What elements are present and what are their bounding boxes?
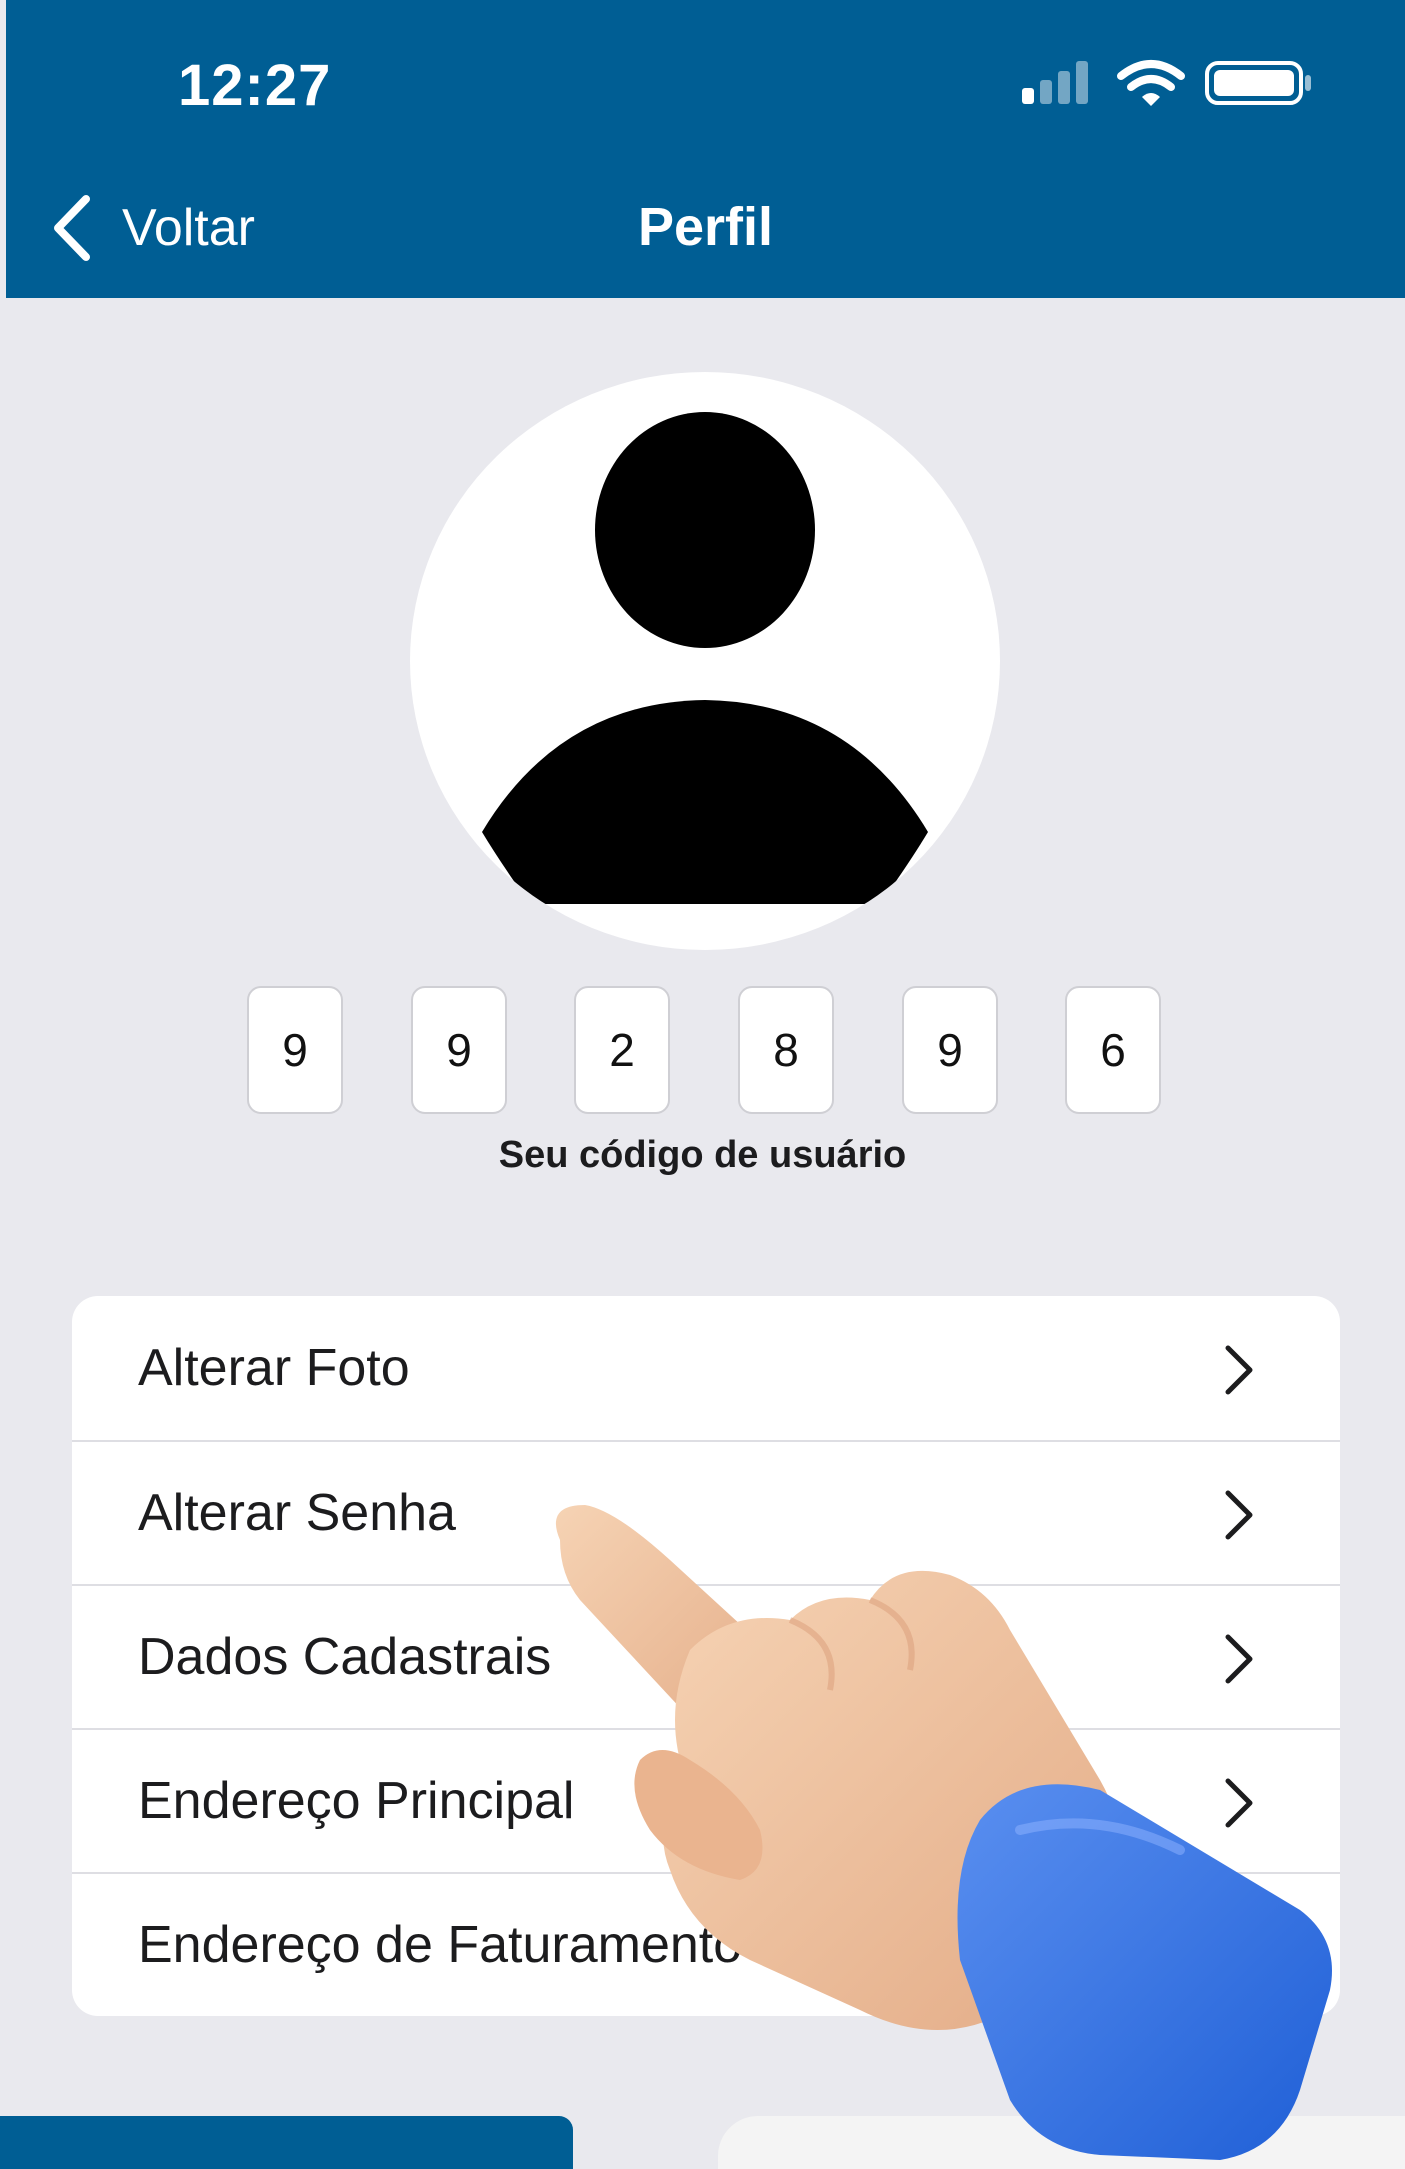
chevron-right-icon (1225, 1345, 1253, 1395)
menu-item-label: Dados Cadastrais (138, 1628, 552, 1686)
menu-item-dados-cadastrais[interactable]: Dados Cadastrais (72, 1585, 1340, 1729)
user-code: 9 9 2 8 9 6 (247, 986, 1163, 1116)
code-digit: 2 (574, 986, 670, 1114)
menu-item-label: Alterar Senha (138, 1484, 456, 1542)
code-digit: 9 (902, 986, 998, 1114)
menu-item-alterar-senha[interactable]: Alterar Senha (72, 1441, 1340, 1585)
menu-item-endereco-faturamento[interactable]: Endereço de Faturamento (72, 1873, 1340, 2016)
code-digit: 8 (738, 986, 834, 1114)
chevron-right-icon (1225, 1490, 1253, 1540)
chevron-right-icon (1225, 1922, 1253, 1972)
avatar[interactable] (410, 372, 1000, 950)
battery-icon (1205, 61, 1311, 105)
menu-item-endereco-principal[interactable]: Endereço Principal (72, 1729, 1340, 1873)
status-time: 12:27 (178, 53, 332, 118)
profile-screen: 12:27 Voltar Perfil 9 9 2 8 9 6 Seu códi… (0, 0, 1405, 2169)
chevron-right-icon (1225, 1634, 1253, 1684)
person-silhouette-icon (482, 412, 928, 904)
menu-item-label: Endereço Principal (138, 1772, 575, 1830)
wifi-icon (1117, 60, 1185, 106)
nav-header: 12:27 Voltar Perfil (6, 0, 1405, 298)
user-code-caption: Seu código de usuário (498, 1134, 907, 1176)
page-title: Perfil (637, 197, 774, 257)
cellular-signal-icon (1022, 61, 1088, 104)
bottom-panel (718, 2116, 1405, 2169)
profile-menu: Alterar Foto Alterar Senha Dados Cadastr… (72, 1296, 1340, 2016)
code-digit: 6 (1065, 986, 1161, 1114)
code-digit: 9 (411, 986, 507, 1114)
chevron-right-icon (1225, 1778, 1253, 1828)
bottom-button[interactable] (0, 2116, 573, 2169)
menu-item-label: Alterar Foto (138, 1339, 410, 1397)
menu-item-alterar-foto[interactable]: Alterar Foto (72, 1296, 1340, 1440)
menu-item-label: Endereço de Faturamento (138, 1916, 743, 1974)
code-digit: 9 (247, 986, 343, 1114)
